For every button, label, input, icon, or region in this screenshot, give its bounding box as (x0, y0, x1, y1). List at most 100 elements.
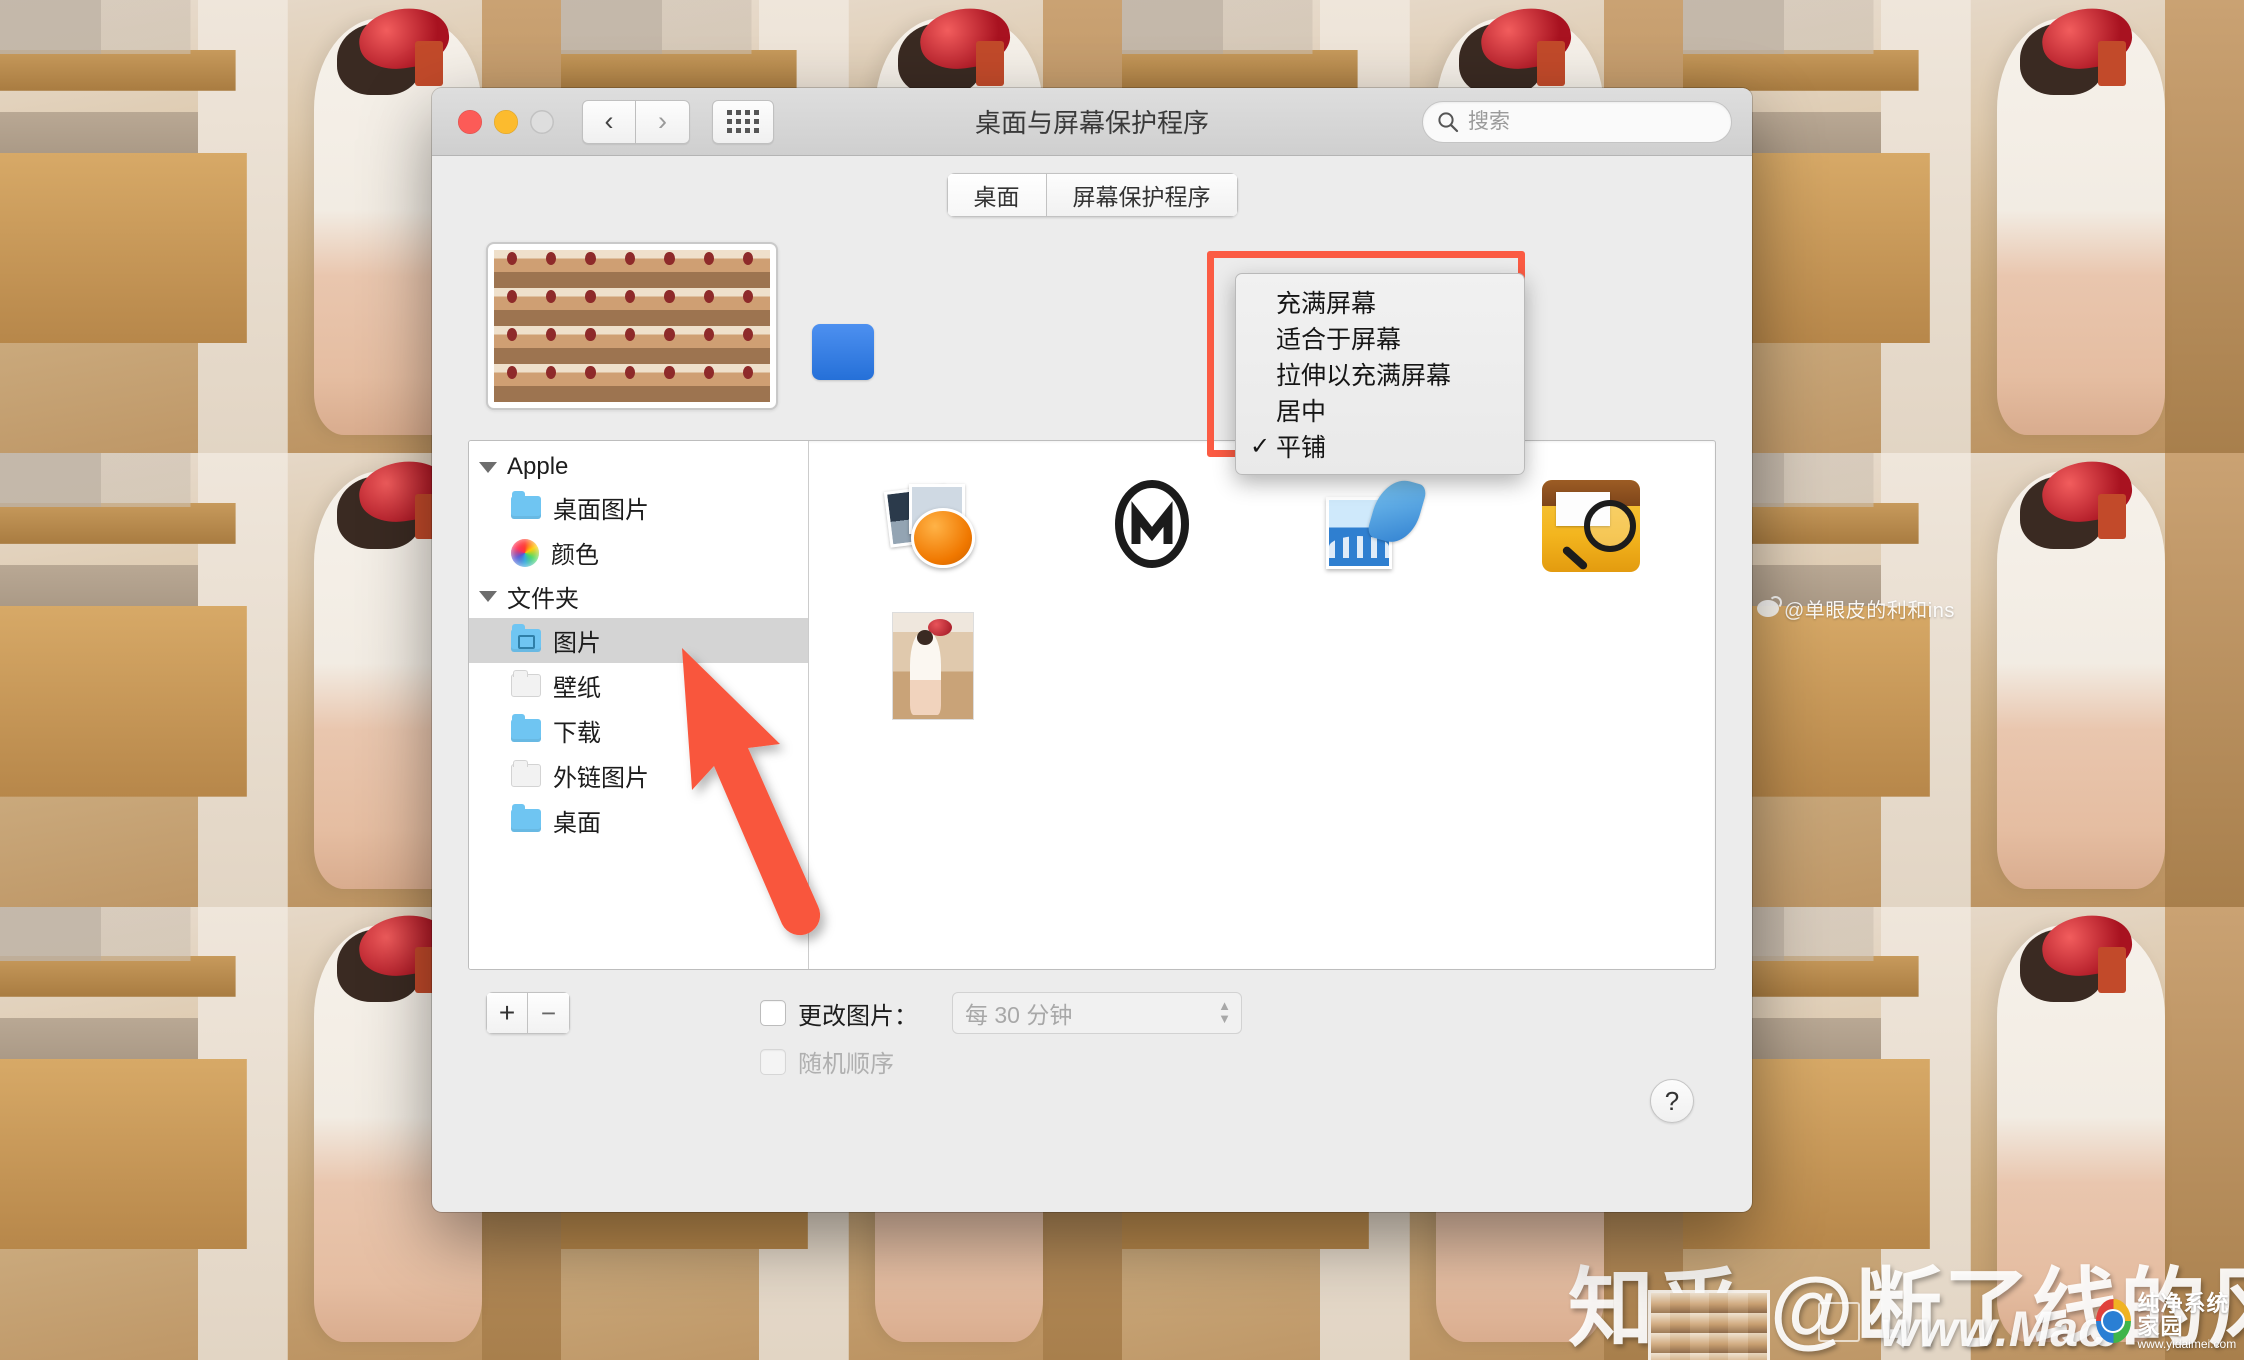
wallpaper-preview-frame (486, 242, 778, 410)
grid-icon (727, 110, 759, 133)
site-logo-icon (2096, 1299, 2131, 1344)
wallpaper-tile (1683, 0, 2244, 454)
disclosure-triangle-icon[interactable] (479, 591, 497, 602)
preview-row (468, 234, 1716, 440)
m-logo-icon (1104, 478, 1200, 574)
source-and-gallery: Apple 桌面图片 颜色 文件夹 图片 壁纸 下载 外链图片 桌面 (468, 440, 1716, 970)
remove-folder-button[interactable]: − (528, 992, 570, 1034)
sidebar-item-wallpaper[interactable]: 壁纸 (469, 663, 808, 708)
change-picture-row: 更改图片： 每 30 分钟 ▲ ▼ (760, 992, 1242, 1034)
preview-app-icon (883, 480, 981, 572)
wallpaper-tile (1683, 453, 2244, 907)
menu-item-fill-screen[interactable]: 充满屏幕 (1236, 284, 1524, 320)
site-badge-watermark: 纯净系统家园 www.yidaimei.com (2096, 1292, 2244, 1351)
search-icon (1438, 111, 1459, 132)
mac-watermark: www.Mac (1880, 1301, 2106, 1357)
back-button[interactable]: ‹ (582, 99, 636, 144)
sidebar-item-label: 桌面图片 (553, 497, 649, 524)
stepper-icon[interactable]: ▲ ▼ (1218, 999, 1231, 1026)
preferences-body: Apple 桌面图片 颜色 文件夹 图片 壁纸 下载 外链图片 桌面 + − 更… (432, 234, 1752, 1123)
search-field[interactable] (1422, 100, 1732, 143)
sidebar-group-label: 文件夹 (507, 586, 579, 613)
finder-folder-magnifier-icon (1542, 480, 1641, 572)
desktop-background: @单眼皮的利和ins 知乎 @断了线的风筝 www.Mac 纯净系统家园 www… (0, 0, 2244, 1360)
menu-item-fit-to-screen[interactable]: 适合于屏幕 (1236, 320, 1524, 356)
wallpaper-thumbnail-watermark (1648, 1290, 1770, 1360)
random-order-checkbox[interactable] (760, 1048, 786, 1075)
tab-screensaver[interactable]: 屏幕保护程序 (1046, 173, 1238, 217)
gallery-item[interactable] (1051, 461, 1255, 591)
desktop-screensaver-preferences-window: ‹ › 桌面与屏幕保护程序 桌面 屏幕保护程序 (432, 88, 1752, 1212)
change-picture-checkbox[interactable] (760, 1000, 786, 1026)
gallery-item[interactable] (831, 461, 1035, 591)
sidebar-item-label: 下载 (553, 720, 601, 747)
sidebar-item-label: 外链图片 (553, 765, 649, 792)
woman-balloon-photo-thumbnail (891, 612, 974, 720)
window-titlebar: ‹ › 桌面与屏幕保护程序 (432, 88, 1752, 156)
menu-item-tile[interactable]: ✓ 平铺 (1236, 428, 1524, 464)
sidebar-item-label: 壁纸 (553, 675, 601, 702)
source-sidebar: Apple 桌面图片 颜色 文件夹 图片 壁纸 下载 外链图片 桌面 (469, 441, 809, 969)
sidebar-item-desktop-pictures[interactable]: 桌面图片 (469, 485, 808, 530)
weibo-logo-icon (1757, 596, 1782, 617)
gallery-item[interactable] (1490, 461, 1694, 591)
sidebar-item-pictures[interactable]: 图片 (469, 618, 808, 663)
folder-icon (511, 491, 541, 519)
random-order-label: 随机顺序 (798, 1051, 894, 1078)
add-remove-folder-buttons: + − (486, 992, 570, 1034)
sidebar-item-label: 图片 (553, 630, 601, 657)
menu-item-stretch-to-fill-screen[interactable]: 拉伸以充满屏幕 (1236, 356, 1524, 392)
site-name-text: 纯净系统家园 (2137, 1291, 2230, 1340)
folder-empty-icon (511, 670, 541, 697)
fill-mode-popup-button[interactable] (812, 324, 874, 380)
bottom-controls: + − 更改图片： 每 30 分钟 ▲ ▼ 随机顺序 ? (468, 970, 1716, 1123)
show-all-button[interactable] (712, 99, 774, 144)
sidebar-group-label: Apple (507, 453, 569, 480)
gallery-item[interactable] (831, 601, 1035, 731)
add-folder-button[interactable]: + (486, 992, 528, 1034)
dolphin-image-icon (1322, 473, 1428, 573)
mac-display-icon (1818, 1302, 1860, 1342)
tab-desktop[interactable]: 桌面 (946, 173, 1047, 217)
sidebar-item-colors[interactable]: 颜色 (469, 530, 808, 575)
menu-check-icon: ✓ (1250, 432, 1271, 460)
navigation-buttons: ‹ › (582, 99, 690, 144)
folder-icon (511, 714, 541, 742)
change-interval-value: 每 30 分钟 (965, 1002, 1073, 1028)
folder-camera-icon (511, 624, 541, 652)
menu-item-label: 充满屏幕 (1276, 290, 1377, 318)
tab-bar: 桌面 屏幕保护程序 (432, 156, 1752, 234)
folder-empty-icon (511, 760, 541, 787)
sidebar-item-desktop[interactable]: 桌面 (469, 798, 808, 843)
color-wheel-icon (511, 538, 539, 567)
wallpaper-preview-thumbnail (494, 250, 770, 402)
image-gallery (809, 441, 1715, 969)
traffic-lights (458, 109, 554, 134)
site-url-text: www.yidaimei.com (2137, 1337, 2237, 1352)
gallery-item[interactable] (1270, 461, 1474, 591)
sidebar-item-label: 桌面 (553, 810, 601, 837)
menu-item-label: 平铺 (1276, 434, 1327, 462)
menu-item-label: 适合于屏幕 (1276, 326, 1402, 354)
weibo-watermark: @单眼皮的利和ins (1757, 594, 1955, 623)
sidebar-item-external-images[interactable]: 外链图片 (469, 753, 808, 798)
zoom-button-icon (530, 109, 554, 134)
forward-button[interactable]: › (636, 99, 690, 144)
minimize-button-icon[interactable] (494, 109, 518, 134)
weibo-watermark-text: @单眼皮的利和ins (1784, 600, 1955, 622)
close-button-icon[interactable] (458, 109, 482, 134)
disclosure-triangle-icon[interactable] (479, 461, 497, 473)
sidebar-item-downloads[interactable]: 下载 (469, 708, 808, 753)
menu-item-label: 居中 (1276, 398, 1327, 426)
random-order-row: 随机顺序 (760, 1044, 1242, 1079)
fill-mode-dropdown-menu: 充满屏幕 适合于屏幕 拉伸以充满屏幕 居中 ✓ 平铺 (1235, 273, 1525, 475)
sidebar-group-apple[interactable]: Apple (469, 449, 808, 485)
sidebar-group-folders[interactable]: 文件夹 (469, 575, 808, 618)
search-input[interactable] (1468, 109, 1717, 134)
change-picture-controls: 更改图片： 每 30 分钟 ▲ ▼ 随机顺序 (760, 992, 1242, 1089)
help-button[interactable]: ? (1650, 1079, 1694, 1123)
sidebar-item-label: 颜色 (551, 542, 599, 569)
change-picture-label: 更改图片： (798, 1002, 918, 1030)
menu-item-center[interactable]: 居中 (1236, 392, 1524, 428)
change-interval-select[interactable]: 每 30 分钟 ▲ ▼ (952, 992, 1242, 1034)
